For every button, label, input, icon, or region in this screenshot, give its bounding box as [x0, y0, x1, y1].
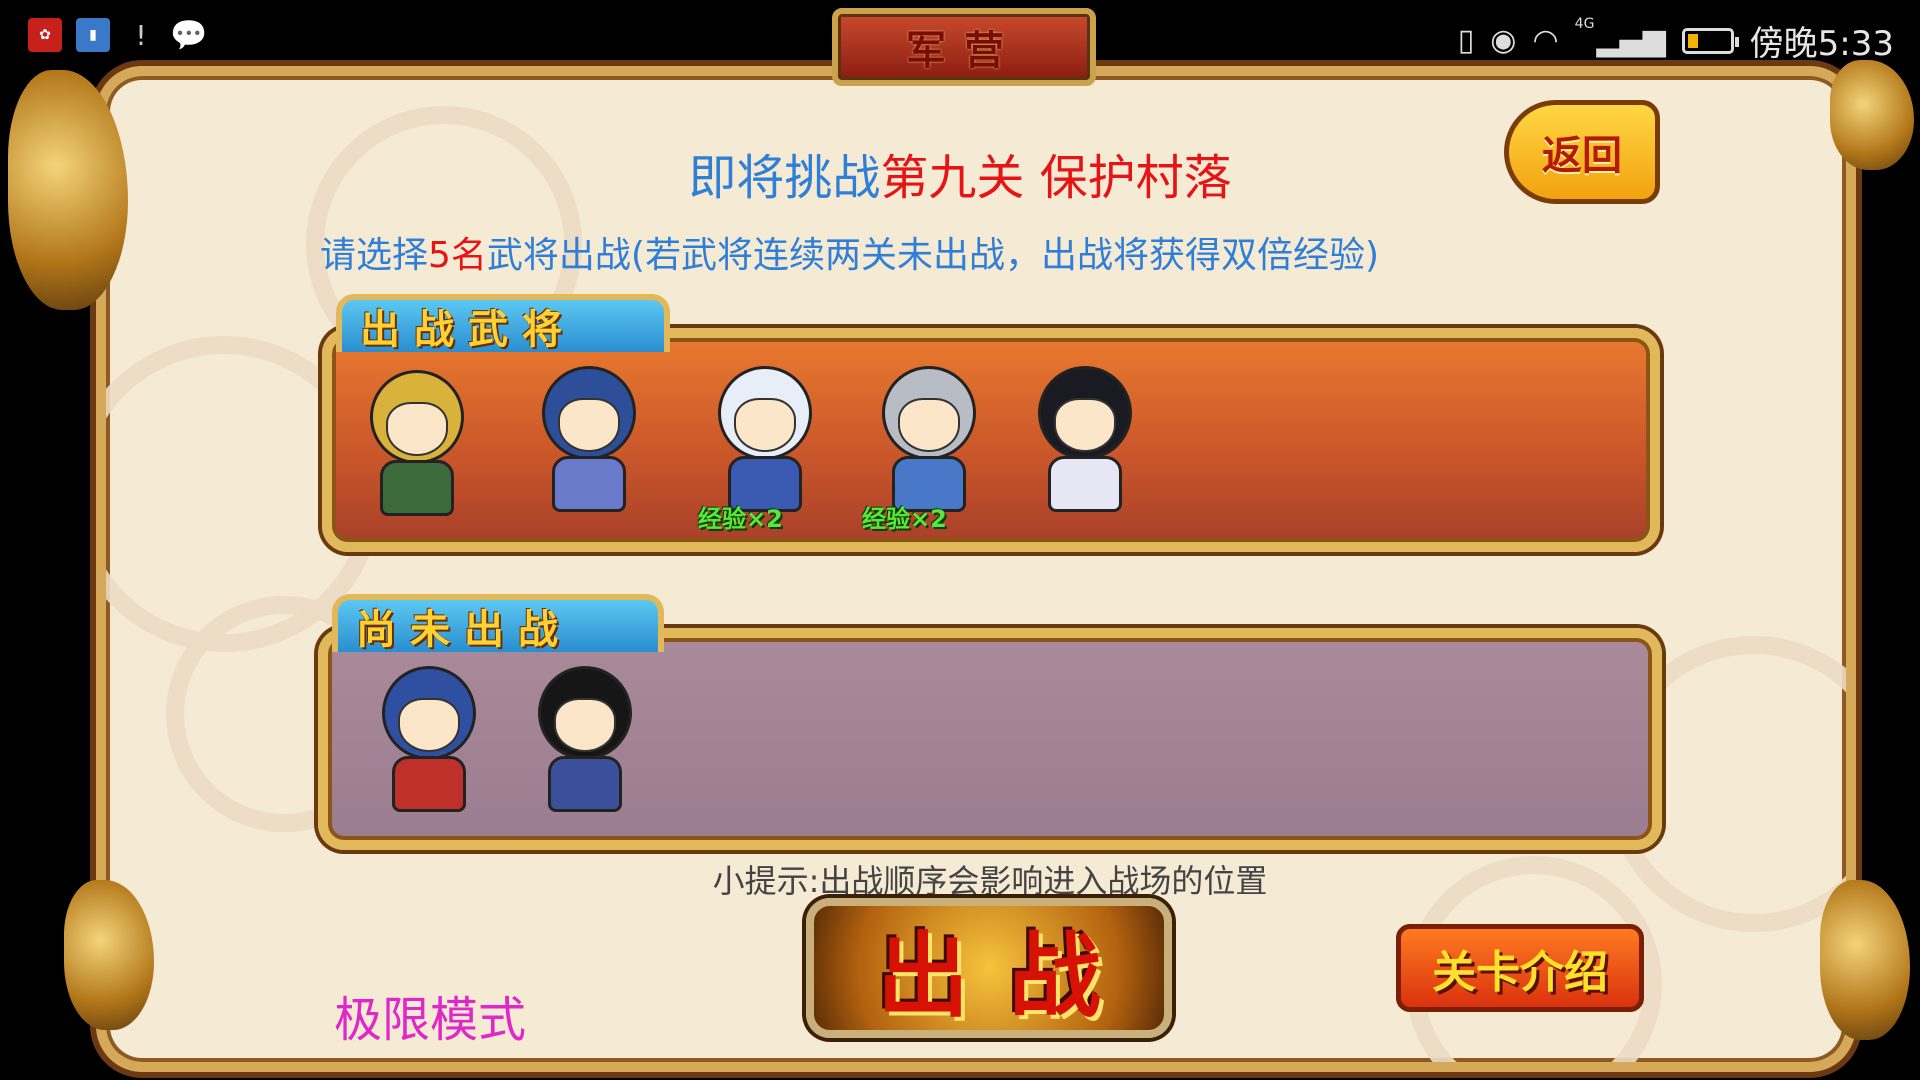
reserve-heroes-title: 尚未出战	[356, 606, 572, 653]
hero-face	[898, 398, 960, 452]
signal-icon: ▂▄▆	[1596, 23, 1666, 58]
network-type: 4G	[1574, 16, 1595, 32]
instruction-text: 请选择5名武将出战(若武将连续两关未出战，出战将获得双倍经验)	[320, 226, 1379, 278]
battery-icon	[1681, 27, 1739, 54]
exp-badge: 经验×2	[862, 505, 947, 533]
system-icons: ▯ ◉ ◠ 4G ▂▄▆ 傍晚5:33	[1458, 16, 1894, 65]
status-bar: ✿ ▮ ! 💬 ▯ ◉ ◠ 4G ▂▄▆ 傍晚5:33	[0, 0, 1920, 72]
vibrate-icon: ▯	[1457, 23, 1475, 58]
hero-slot-golden-helmet-general[interactable]	[352, 360, 482, 520]
stage-name: 第九关 保护村落	[880, 150, 1232, 206]
hero-body	[548, 756, 622, 812]
mode-label[interactable]: 极限模式	[334, 980, 526, 1050]
challenge-headline: 即将挑战第九关 保护村落	[0, 138, 1920, 208]
hero-face	[1054, 398, 1116, 452]
hint-text: 小提示:出战顺序会影响进入战场的位置	[712, 862, 1268, 900]
wifi-icon: ◠	[1532, 23, 1559, 58]
hero-slot-black-haired-scholar[interactable]	[520, 656, 650, 816]
hero-slot-lady-strategist[interactable]	[1020, 356, 1150, 516]
hero-body	[552, 456, 626, 512]
clock: 傍晚5:33	[1749, 24, 1894, 64]
hero-body	[1048, 456, 1122, 512]
huawei-icon: ✿	[28, 18, 62, 52]
hero-face	[398, 698, 460, 752]
deployed-heroes-tab: 出战武将	[336, 294, 670, 353]
book-icon: ▮	[76, 18, 110, 52]
hero-face	[558, 398, 620, 452]
hero-body	[380, 460, 454, 516]
hero-body	[392, 756, 466, 812]
hero-slot-white-plume-general[interactable]: 经验×2	[698, 356, 830, 533]
instruction-count: 5名	[428, 235, 487, 276]
hero-slot-spear-warrior[interactable]	[364, 656, 494, 816]
notification-icons: ✿ ▮ ! 💬	[28, 17, 208, 53]
stage-intro-button[interactable]: 关卡介绍	[1396, 924, 1644, 1012]
corner-ornament-icon	[1820, 880, 1910, 1040]
stage-intro-label: 关卡介绍	[1432, 947, 1608, 998]
fight-button[interactable]: 出战	[806, 898, 1172, 1038]
reserve-heroes-tab: 尚未出战	[332, 594, 664, 653]
headline-prefix: 即将挑战	[688, 150, 881, 206]
battery-level	[1687, 33, 1698, 48]
deployed-heroes-title: 出战武将	[360, 306, 576, 353]
instruction-prefix: 请选择	[320, 235, 429, 276]
hero-slot-silver-helm-strategist[interactable]: 经验×2	[862, 356, 994, 533]
hero-face	[386, 402, 448, 456]
exp-badge: 经验×2	[698, 505, 783, 533]
eye-icon: ◉	[1490, 23, 1517, 58]
hero-face	[554, 698, 616, 752]
instruction-suffix: 武将出战(若武将连续两关未出战，出战将获得双倍经验)	[486, 235, 1380, 276]
chat-icon: 💬	[170, 17, 208, 53]
alert-icon: !	[135, 18, 147, 52]
fight-button-label: 出战	[876, 921, 1141, 1030]
hero-slot-blue-bearded-general[interactable]	[524, 356, 654, 516]
hero-face	[734, 398, 796, 452]
